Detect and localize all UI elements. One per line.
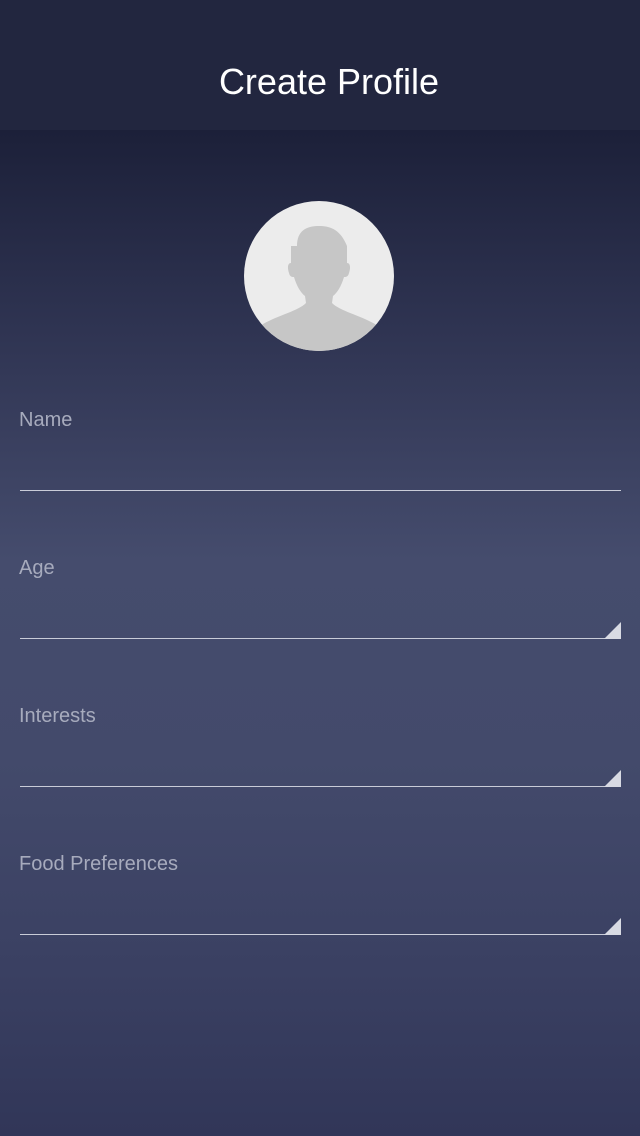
name-field: Name <box>19 409 621 493</box>
profile-avatar-button[interactable] <box>244 201 394 351</box>
age-label: Age <box>19 557 55 579</box>
page-title: Create Profile <box>218 61 440 102</box>
dropdown-corner-icon <box>604 622 621 639</box>
age-select[interactable] <box>20 599 621 639</box>
dropdown-corner-icon <box>604 770 621 787</box>
navigation-header: Create Profile <box>0 0 640 130</box>
food-preferences-select[interactable] <box>20 895 621 935</box>
food-preferences-field: Food Preferences <box>19 853 621 937</box>
name-input[interactable] <box>20 451 621 491</box>
interests-select[interactable] <box>20 747 621 787</box>
dropdown-corner-icon <box>604 918 621 935</box>
interests-field: Interests <box>19 705 621 789</box>
name-label: Name <box>19 409 73 431</box>
user-silhouette-icon <box>244 226 394 351</box>
age-field: Age <box>19 557 621 641</box>
food-preferences-label: Food Preferences <box>19 853 178 875</box>
interests-label: Interests <box>19 705 96 727</box>
